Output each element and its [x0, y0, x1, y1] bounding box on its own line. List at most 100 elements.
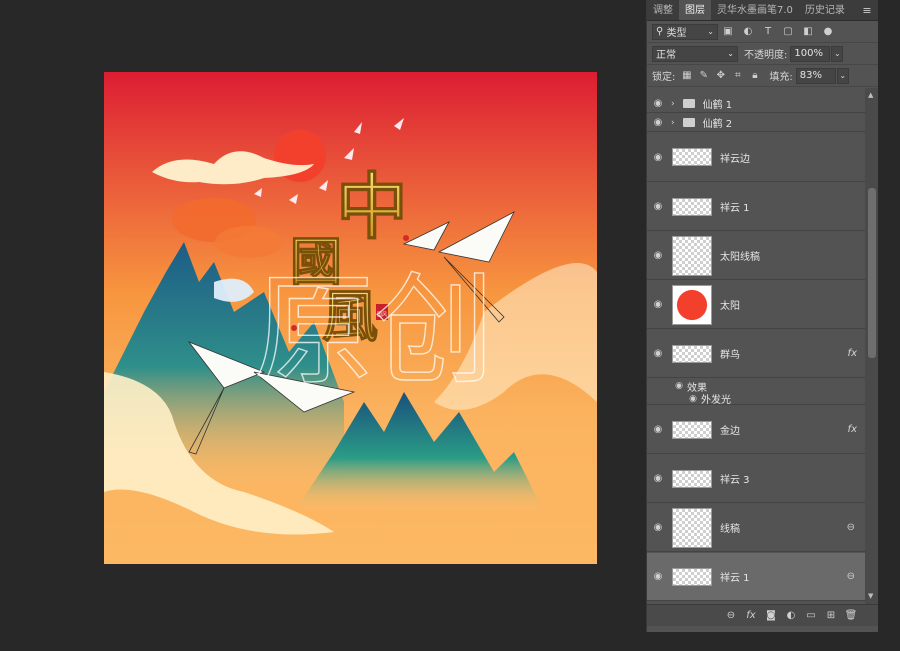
layer-thumbnail — [672, 469, 712, 488]
folder-icon — [682, 99, 695, 108]
layer-row[interactable]: ◉ › 仙鹤 2 — [647, 114, 865, 132]
layer-thumbnail — [672, 284, 712, 325]
effect-row[interactable]: ◉ 外发光 — [647, 393, 865, 406]
folder-icon — [682, 118, 695, 127]
tab-history[interactable]: 历史记录 — [799, 0, 851, 20]
fill-dropdown-icon[interactable]: ⌄ — [836, 67, 849, 84]
visibility-eye-icon[interactable]: ◉ — [647, 348, 669, 359]
opacity-input[interactable]: 100% — [790, 45, 831, 62]
lock-row: 锁定: ▦ ✎ ✥ ⌗ 🔒︎ 填充: 83% ⌄ — [647, 65, 878, 87]
new-group-icon[interactable]: ▭ — [801, 610, 821, 621]
layer-thumbnail — [672, 235, 712, 276]
filter-toggle-icon[interactable]: ● — [818, 26, 838, 37]
layer-row[interactable]: ◉ 祥云 1 — [647, 183, 865, 231]
visibility-eye-icon[interactable]: ◉ — [647, 201, 669, 212]
scroll-up-icon[interactable]: ▲ — [868, 91, 873, 99]
fill-value: 83% — [799, 70, 822, 81]
layer-kind-filter[interactable]: ⚲ 类型 ⌄ — [652, 23, 718, 40]
add-mask-icon[interactable]: ◙ — [761, 610, 781, 621]
tab-layers[interactable]: 图层 — [679, 0, 711, 20]
panel-tabs: 调整 图层 灵华水墨画笔7.0 历史记录 ≡ — [647, 0, 878, 21]
scroll-down-icon[interactable]: ▼ — [868, 592, 873, 600]
layers-panel-footer: ⊖ fx ◙ ◐ ▭ ⊞ 🗑︎ — [647, 604, 879, 626]
opacity-label: 不透明度: — [744, 50, 788, 61]
layer-name: 祥云 1 — [720, 573, 750, 584]
scroll-thumb[interactable] — [868, 188, 876, 358]
artwork-illustration: 中 國 風 国风 原创 — [104, 118, 597, 535]
layer-row[interactable]: ◉ › 仙鹤 1 — [647, 95, 865, 113]
visibility-eye-icon[interactable]: ◉ — [647, 424, 669, 435]
layer-name: 仙鹤 1 — [702, 100, 733, 111]
lock-transparency-icon[interactable]: ▦ — [678, 70, 695, 81]
new-layer-icon[interactable]: ⊞ — [821, 610, 841, 621]
link-layers-icon[interactable]: ⊖ — [721, 610, 741, 621]
layer-name: 祥云 1 — [720, 203, 750, 214]
fx-icon[interactable]: fx — [848, 424, 857, 435]
layer-list-scrollbar[interactable]: ▲ ▼ — [865, 88, 879, 604]
visibility-eye-icon[interactable]: ◉ — [647, 473, 669, 484]
layer-thumbnail — [672, 148, 712, 166]
layer-name: 群鸟 — [720, 350, 740, 361]
tab-brush[interactable]: 灵华水墨画笔7.0 — [711, 0, 799, 20]
layer-thumbnail — [672, 507, 712, 548]
layer-row[interactable]: ◉ 祥云边 — [647, 133, 865, 182]
opacity-dropdown-icon[interactable]: ⌄ — [831, 45, 844, 62]
adjustment-filter-icon[interactable]: ◐ — [738, 26, 758, 37]
chevron-right-icon[interactable]: › — [671, 99, 675, 109]
smart-object-filter-icon[interactable]: ◧ — [798, 26, 818, 37]
fill-input[interactable]: 83% — [795, 67, 836, 84]
visibility-eye-icon[interactable]: ◉ — [647, 98, 669, 109]
shape-filter-icon[interactable]: ▢ — [778, 26, 798, 37]
effects-row[interactable]: ◉ 效果 — [647, 379, 865, 394]
opacity-value: 100% — [794, 48, 823, 59]
pixel-filter-icon[interactable]: ▣ — [718, 26, 738, 37]
add-style-icon[interactable]: fx — [741, 610, 761, 621]
layer-row[interactable]: ◉ 祥云 3 — [647, 455, 865, 503]
delete-layer-icon[interactable]: 🗑︎ — [841, 610, 861, 621]
document-workspace: 中 國 風 国风 原创 — [0, 0, 646, 651]
layer-name: 祥云边 — [720, 153, 750, 165]
effect-name: 外发光 — [701, 395, 731, 406]
layer-name: 太阳 — [720, 301, 740, 312]
layer-thumbnail — [672, 197, 712, 216]
lock-position-icon[interactable]: ✥ — [712, 70, 729, 81]
visibility-eye-icon[interactable]: ◉ — [647, 381, 683, 391]
watermark-text: 原创 — [254, 262, 494, 401]
artwork-canvas[interactable]: 中 國 風 国风 原创 — [104, 72, 597, 564]
visibility-eye-icon[interactable]: ◉ — [647, 117, 669, 128]
layer-name: 线稿 — [720, 524, 740, 535]
chevron-down-icon: ⌄ — [707, 27, 714, 36]
layer-row[interactable]: ◉ 太阳 — [647, 281, 865, 329]
visibility-eye-icon[interactable]: ◉ — [647, 250, 669, 261]
blend-row: 正常 ⌄ 不透明度: 100% ⌄ — [647, 43, 878, 65]
layer-kind-label: 类型 — [666, 28, 687, 39]
layer-thumbnail — [672, 344, 712, 363]
hamburger-icon[interactable]: ≡ — [856, 0, 878, 20]
layer-row[interactable]: ◉ 线稿 ⊖ — [647, 504, 865, 552]
lock-all-icon[interactable]: 🔒︎ — [746, 70, 763, 81]
layer-row[interactable]: ◉ 太阳线稿 — [647, 232, 865, 280]
layer-row-selected[interactable]: ◉ 祥云 1 ⊖ — [647, 553, 865, 601]
layer-row[interactable]: ◉ 金边 fx — [647, 406, 865, 454]
blend-mode-select[interactable]: 正常 ⌄ — [652, 45, 738, 62]
chevron-right-icon[interactable]: › — [671, 118, 675, 128]
layer-row[interactable]: ◉ 群鸟 fx — [647, 330, 865, 378]
fill-label: 填充: — [769, 72, 793, 83]
fx-icon[interactable]: fx — [848, 348, 857, 359]
right-dock-strip — [878, 0, 900, 651]
layer-name: 太阳线稿 — [720, 252, 760, 263]
lock-artboard-icon[interactable]: ⌗ — [729, 70, 746, 81]
new-adjustment-icon[interactable]: ◐ — [781, 610, 801, 621]
visibility-eye-icon[interactable]: ◉ — [647, 394, 697, 404]
link-icon[interactable]: ⊖ — [847, 522, 855, 533]
visibility-eye-icon[interactable]: ◉ — [647, 152, 669, 163]
type-filter-icon[interactable]: T — [758, 26, 778, 37]
tab-adjustments[interactable]: 调整 — [647, 0, 679, 20]
chevron-down-icon: ⌄ — [727, 49, 734, 58]
link-icon[interactable]: ⊖ — [847, 571, 855, 582]
lock-pixels-icon[interactable]: ✎ — [695, 70, 712, 81]
visibility-eye-icon[interactable]: ◉ — [647, 571, 669, 582]
visibility-eye-icon[interactable]: ◉ — [647, 522, 669, 533]
visibility-eye-icon[interactable]: ◉ — [647, 299, 669, 310]
layer-name: 祥云 3 — [720, 475, 750, 486]
